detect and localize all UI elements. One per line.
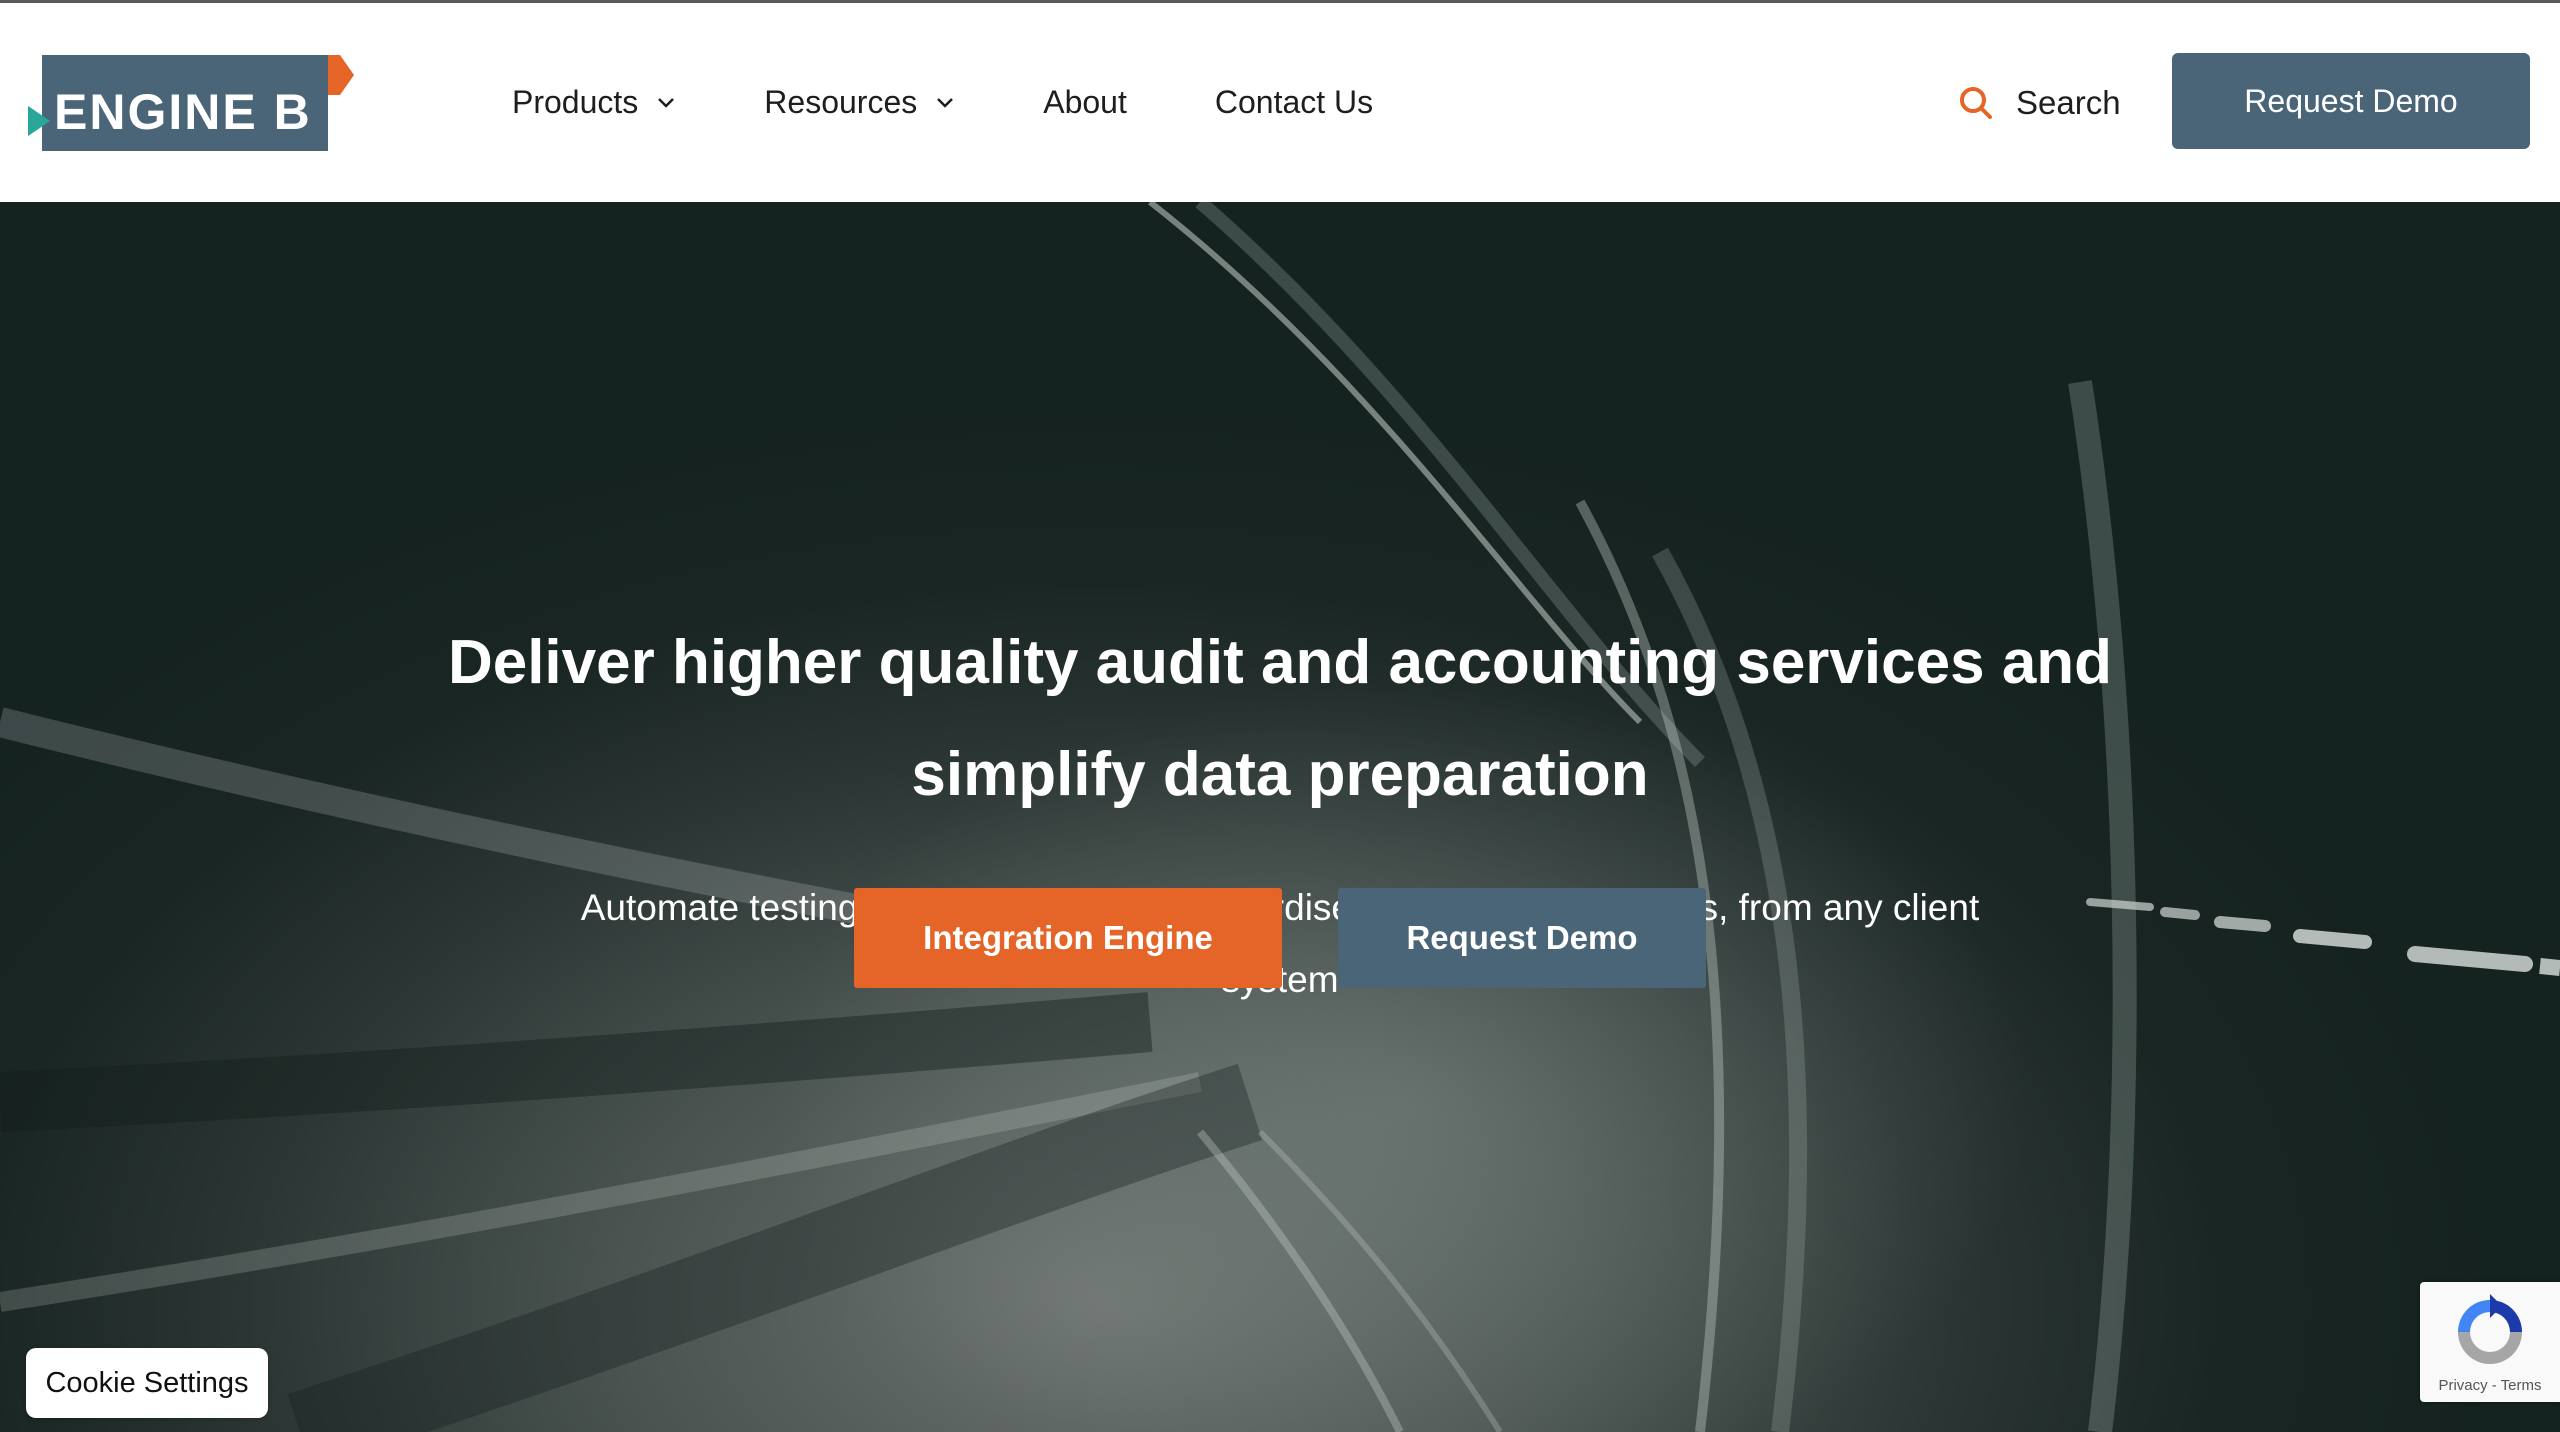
nav-resources[interactable]: Resources [764,84,955,121]
chevron-down-icon [656,96,676,110]
hero-section: Deliver higher quality audit and account… [0,202,2560,1432]
search-label: Search [2016,83,2121,121]
recaptcha-terms[interactable]: Privacy - Terms [2420,1377,2560,1394]
nav-products-label: Products [512,84,639,120]
hero-title: Deliver higher quality audit and account… [447,628,2113,809]
nav-resources-label: Resources [764,84,918,120]
recaptcha-badge[interactable]: Privacy - Terms [2420,1282,2560,1402]
integration-engine-button[interactable]: Integration Engine [854,888,1282,988]
nav-contact-us[interactable]: Contact Us [1215,84,1373,121]
search-button[interactable]: Search [1958,3,2121,202]
nav-about[interactable]: About [1043,84,1127,121]
nav-about-label: About [1043,84,1127,120]
brand-name: ENGINE B [54,84,312,140]
request-demo-hero-button[interactable]: Request Demo [1338,888,1706,988]
nav-contact-label: Contact Us [1214,84,1374,120]
main-nav: Products Resources About Contact Us [512,3,1461,202]
chevron-down-icon [935,96,955,110]
cookie-settings-button[interactable]: Cookie Settings [26,1348,268,1418]
search-icon [1958,85,1994,121]
site-header: ENGINE B Products Resources About Contac… [0,3,2560,202]
nav-products[interactable]: Products [512,84,676,121]
engine-b-logo[interactable]: ENGINE B [28,51,368,155]
recaptcha-icon [2450,1292,2530,1372]
request-demo-header-button[interactable]: Request Demo [2172,53,2530,149]
